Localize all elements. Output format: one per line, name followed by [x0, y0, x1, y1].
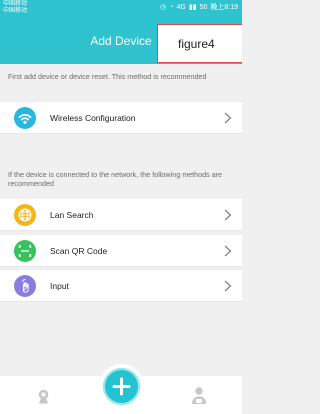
touch-icon: [14, 275, 36, 297]
signal-text: 4G: [176, 4, 186, 11]
scan-qr-code-label: Scan QR Code: [50, 246, 108, 256]
chevron-right-icon: [224, 280, 232, 292]
input-row[interactable]: Input: [0, 270, 242, 302]
figure-label: figure4: [157, 24, 242, 63]
user-icon[interactable]: [190, 386, 208, 406]
plus-icon: [112, 377, 131, 396]
status-bar: 中国移动 中国移动 ◷ ◔ 4G ▮▮ 50 晚上8:19: [0, 0, 242, 16]
wireless-configuration-label: Wireless Configuration: [50, 113, 136, 123]
wifi-icon: [14, 107, 36, 129]
chevron-right-icon: [224, 209, 232, 221]
lan-search-label: Lan Search: [50, 210, 94, 220]
status-icons: ◷ ◔ 4G ▮▮ 50 晚上8:19: [160, 4, 238, 11]
second-section-note: If the device is connected to the networ…: [8, 170, 223, 188]
clock-icon: ◷: [160, 4, 167, 11]
input-label: Input: [50, 281, 69, 291]
chevron-right-icon: [224, 112, 232, 124]
scan-icon: [14, 240, 36, 262]
chevron-right-icon: [224, 245, 232, 257]
globe-icon: [14, 204, 36, 226]
signal-bars-icon: ▮▮: [188, 4, 197, 11]
add-device-button[interactable]: [99, 364, 144, 409]
wireless-configuration-row[interactable]: Wireless Configuration: [0, 102, 242, 134]
camera-icon[interactable]: [35, 388, 52, 405]
battery-level: 50: [199, 4, 208, 11]
time-text: 晚上8:19: [210, 4, 238, 11]
first-section-note: First add device or device reset. This m…: [8, 72, 207, 81]
lan-search-row[interactable]: Lan Search: [0, 199, 242, 231]
add-button-circle: [103, 368, 140, 405]
scan-qr-code-row[interactable]: Scan QR Code: [0, 235, 242, 267]
carrier-text: 中国移动 中国移动: [3, 1, 28, 14]
wifi-status-icon: ◔: [169, 4, 174, 11]
